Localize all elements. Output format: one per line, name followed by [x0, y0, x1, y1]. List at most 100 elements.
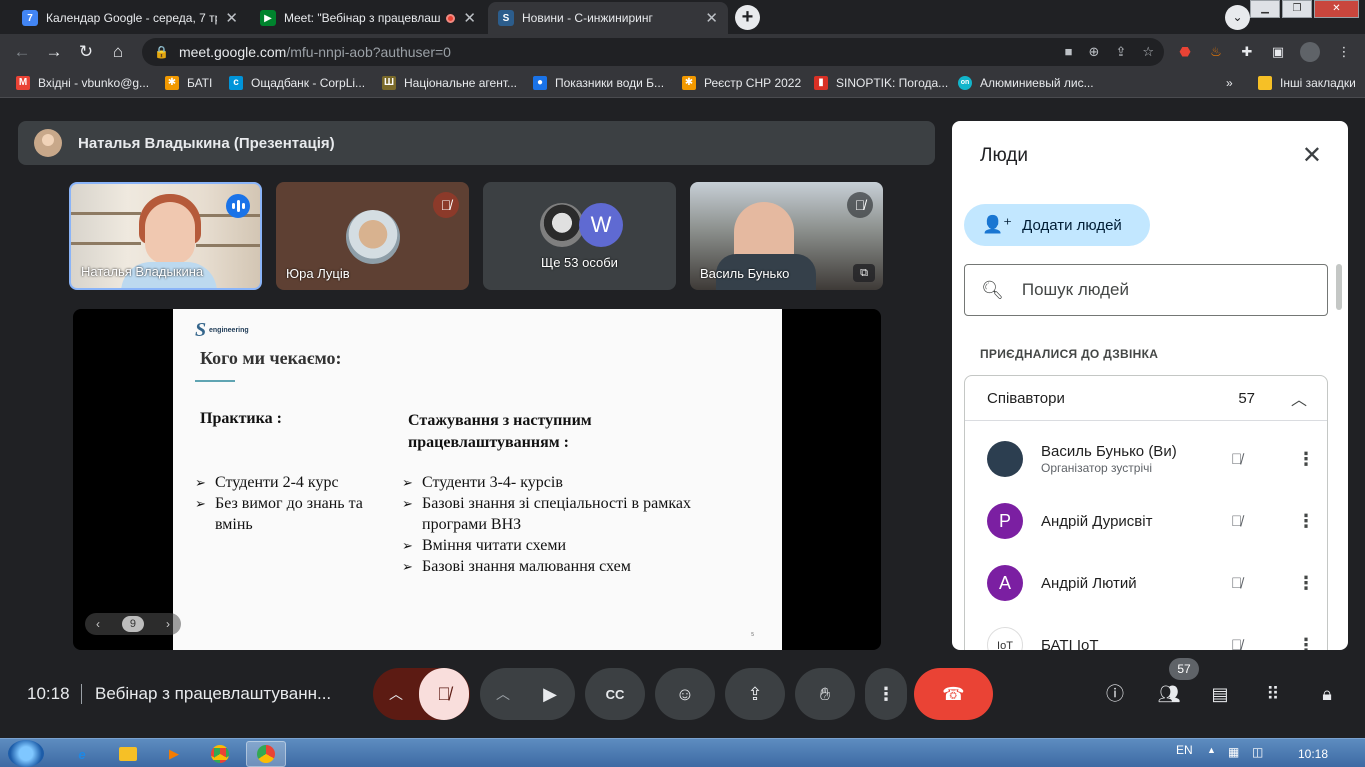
tab-search-button[interactable]: ⌄: [1225, 5, 1250, 30]
more-participants-label: Ще 53 особи: [541, 255, 618, 270]
network-icon[interactable]: ▦: [1228, 745, 1239, 759]
emoji-reaction-button[interactable]: ☺: [655, 668, 715, 720]
file-explorer-icon[interactable]: [108, 741, 148, 767]
participant-tile[interactable]: Наталья Владыкина: [69, 182, 262, 290]
extensions-icon[interactable]: ✚: [1237, 42, 1257, 62]
mic-off-icon: 🎙̸: [847, 192, 873, 218]
divider: [81, 684, 82, 704]
scrollbar[interactable]: [1336, 264, 1342, 310]
side-panel-icon[interactable]: ▣: [1268, 42, 1288, 62]
chrome-icon[interactable]: [200, 741, 240, 767]
other-bookmarks[interactable]: Інші закладки: [1258, 76, 1356, 90]
reload-icon[interactable]: ↻: [74, 40, 98, 64]
bookmark-sinoptik[interactable]: ▮ SINOPTIK: Погода...: [814, 76, 948, 90]
url-path: /mfu-nnpi-aob?authuser=0: [286, 44, 451, 60]
contributors-header[interactable]: Співавтори 57 ︿: [965, 376, 1327, 421]
prev-slide-icon[interactable]: ‹: [96, 617, 100, 631]
fire-extension-icon[interactable]: ♨: [1206, 42, 1226, 62]
mic-off-button[interactable]: 🎙̸: [419, 668, 469, 720]
raise-hand-button[interactable]: ✋︎: [795, 668, 855, 720]
chevron-up-icon[interactable]: ︿: [1291, 386, 1307, 410]
bookmark-star-icon[interactable]: ☆: [1142, 44, 1154, 60]
close-tab-icon[interactable]: ✕: [225, 9, 238, 27]
new-tab-button[interactable]: +: [735, 5, 760, 30]
picture-in-picture-icon[interactable]: ⧉: [853, 264, 875, 282]
search-people-input[interactable]: 🔍︎ Пошук людей: [964, 264, 1328, 316]
captions-button[interactable]: CC: [585, 668, 645, 720]
lock-icon[interactable]: 🔒: [154, 45, 169, 59]
avatar: A: [987, 565, 1023, 601]
window-controls: ▁ ❐ ✕: [1248, 0, 1359, 18]
bookmark-national-agency[interactable]: Ш Національне агент...: [382, 76, 517, 90]
participant-row[interactable]: IoT БАТІ IoT 🎙̸ ⋮: [987, 625, 1317, 650]
present-screen-button[interactable]: ⇪: [725, 668, 785, 720]
activities-icon[interactable]: ⠿: [1259, 680, 1287, 708]
participant-name: Василь Бунько (Ви): [1041, 443, 1177, 460]
water-drop-icon: ●: [533, 76, 547, 90]
internship-list: Студенти 3-4- курсів Базові знання зі сп…: [402, 472, 732, 577]
menu-icon[interactable]: ⋮: [1334, 42, 1354, 62]
forward-icon[interactable]: →: [42, 40, 66, 64]
bati-icon: ✱: [165, 76, 179, 90]
chrome-active-icon[interactable]: [246, 741, 286, 767]
camera-icon[interactable]: ■: [1065, 44, 1073, 60]
group-count: 57: [1238, 389, 1255, 407]
more-options-icon[interactable]: ⋮: [1297, 449, 1315, 470]
close-tab-icon[interactable]: ✕: [463, 9, 476, 27]
slide-pager[interactable]: ‹ 9 ›: [85, 613, 181, 635]
taskbar-clock[interactable]: 10:18: [1298, 747, 1328, 761]
zoom-icon[interactable]: ⊕: [1089, 44, 1100, 60]
bookmark-water[interactable]: ● Показники води Б...: [533, 76, 664, 90]
close-window-button[interactable]: ✕: [1314, 0, 1359, 18]
participant-tile[interactable]: 🎙̸ ⧉ Василь Бунько: [690, 182, 883, 290]
language-indicator[interactable]: EN: [1176, 743, 1193, 757]
share-icon[interactable]: ⇪: [1115, 44, 1126, 60]
address-bar[interactable]: 🔒 meet.google.com/mfu-nnpi-aob?authuser=…: [142, 38, 1164, 66]
tab-google-meet[interactable]: ▶ Meet: "Вебінар з працевлаш ✕: [250, 2, 486, 34]
participant-row[interactable]: A Андрій Лютий 🎙̸ ⋮: [987, 563, 1317, 603]
more-options-icon[interactable]: ⋮: [1297, 573, 1315, 594]
browser-toolbar: ← → ↻ ⌂ 🔒 meet.google.com/mfu-nnpi-aob?a…: [0, 34, 1365, 70]
tab-google-calendar[interactable]: 7 Календар Google - середа, 7 тра ✕: [12, 2, 248, 34]
meeting-details-icon[interactable]: ⓘ: [1101, 680, 1129, 708]
leave-call-button[interactable]: ☎: [914, 668, 993, 720]
group-label: Співавтори: [987, 389, 1065, 407]
volume-icon[interactable]: ◫: [1252, 745, 1263, 759]
show-hidden-icons-icon[interactable]: ▲: [1207, 745, 1216, 755]
add-people-button[interactable]: 👤⁺ Додати людей: [964, 204, 1150, 246]
minimize-button[interactable]: ▁: [1250, 0, 1280, 18]
more-options-button[interactable]: ⋮: [865, 668, 907, 720]
camera-button[interactable]: ▶︎: [526, 668, 574, 720]
chat-icon[interactable]: ▤: [1206, 680, 1234, 708]
home-icon[interactable]: ⌂: [106, 40, 130, 64]
video-options-chevron-icon[interactable]: ︿: [496, 684, 510, 704]
close-tab-icon[interactable]: ✕: [705, 9, 718, 27]
audio-options-chevron-icon[interactable]: ︿: [389, 684, 403, 704]
media-player-icon[interactable]: ▶: [154, 741, 194, 767]
close-panel-icon[interactable]: ✕: [1302, 141, 1322, 170]
profile-avatar[interactable]: [1300, 42, 1320, 62]
start-button[interactable]: [8, 740, 44, 767]
host-controls-icon[interactable]: 🔒︎: [1313, 680, 1341, 708]
bookmark-oschadbank[interactable]: c Ощадбанк - CorpLi...: [229, 76, 365, 90]
bookmark-label: SINOPTIK: Погода...: [836, 76, 949, 90]
more-participants-tile[interactable]: W Ще 53 особи: [483, 182, 676, 290]
next-slide-icon[interactable]: ›: [166, 617, 170, 631]
back-icon[interactable]: ←: [10, 40, 34, 64]
presenter-bar[interactable]: Наталья Владыкина (Презентація): [18, 121, 935, 165]
adblock-icon[interactable]: ⬣: [1175, 42, 1195, 62]
participant-row[interactable]: Василь Бунько (Ви) Організатор зустрічі …: [987, 439, 1317, 479]
more-options-icon[interactable]: ⋮: [1297, 635, 1315, 651]
participant-row[interactable]: P Андрій Дурисвіт 🎙̸ ⋮: [987, 501, 1317, 541]
maximize-button[interactable]: ❐: [1282, 0, 1312, 18]
bookmark-gmail[interactable]: M Вхідні - vbunko@g...: [16, 76, 149, 90]
people-icon[interactable]: 👥︎: [1155, 680, 1183, 708]
participant-tile[interactable]: 🎙̸ Юра Луців: [276, 182, 469, 290]
bookmark-registry[interactable]: ✱ Реєстр СНР 2022: [682, 76, 801, 90]
bookmark-aluminium[interactable]: on Алюминиевый лис...: [958, 76, 1094, 90]
more-options-icon[interactable]: ⋮: [1297, 511, 1315, 532]
more-bookmarks-icon[interactable]: »: [1226, 76, 1233, 90]
bookmark-bati[interactable]: ✱ БАТІ: [165, 76, 212, 90]
tab-s-engineering[interactable]: S Новини - С-инжиниринг ✕: [488, 2, 728, 34]
internet-explorer-icon[interactable]: e: [62, 741, 102, 767]
